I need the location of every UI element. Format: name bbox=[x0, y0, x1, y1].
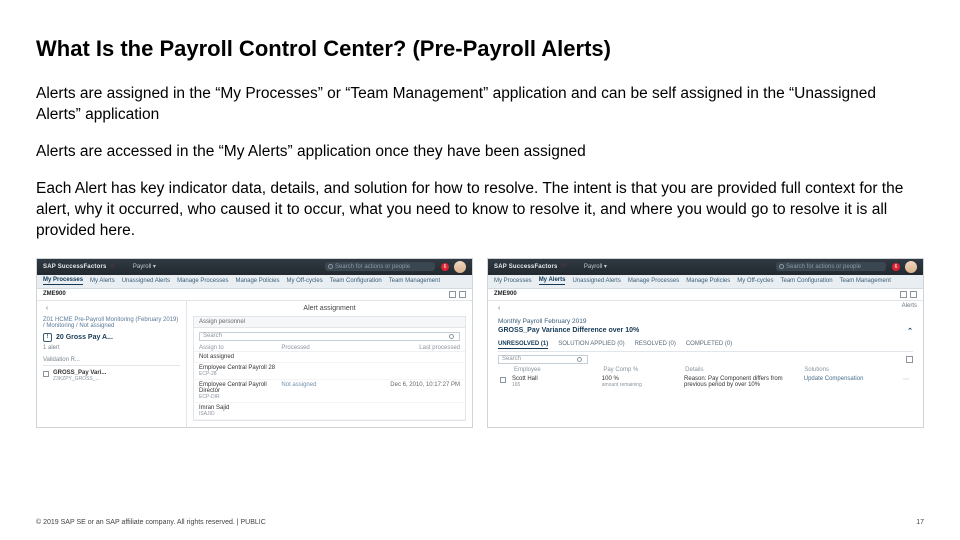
footer-copyright: © 2019 SAP SE or an SAP affiliate compan… bbox=[36, 519, 266, 526]
search-icon bbox=[577, 357, 582, 362]
notification-badge[interactable]: 6 bbox=[892, 263, 900, 271]
layout-toggle-1[interactable] bbox=[449, 291, 456, 298]
module-dropdown[interactable]: Payroll ▾ bbox=[133, 263, 156, 270]
nav-unassigned-alerts[interactable]: Unassigned Alerts bbox=[122, 278, 170, 284]
personnel-row[interactable]: Employee Central Payroll DirectorECP-DIR… bbox=[194, 380, 465, 403]
search-icon bbox=[779, 264, 784, 269]
app-nav: My Processes My Alerts Unassigned Alerts… bbox=[488, 275, 923, 289]
alert-row[interactable]: GROSS_Pay Vari... Z3KZPY_GROSS_... bbox=[43, 370, 180, 382]
settings-icon[interactable] bbox=[906, 356, 913, 363]
slide-title: What Is the Payroll Control Center? (Pre… bbox=[36, 36, 924, 62]
breadcrumb[interactable]: Z01 HCME Pre-Payroll Monitoring (Februar… bbox=[43, 317, 180, 329]
side-label-alerts: Alerts bbox=[902, 303, 917, 309]
nav-my-alerts[interactable]: My Alerts bbox=[90, 278, 115, 284]
nav-team-mgmt[interactable]: Team Management bbox=[840, 278, 891, 284]
heart-icon: ♡ bbox=[110, 263, 115, 270]
panel-header: Assign personnel bbox=[194, 317, 465, 328]
module-dropdown[interactable]: Payroll ▾ bbox=[584, 263, 607, 270]
col-validation: Validation R... bbox=[43, 357, 80, 363]
layout-toggle-1[interactable] bbox=[900, 291, 907, 298]
nav-team-mgmt[interactable]: Team Management bbox=[389, 278, 440, 284]
screenshot-my-alerts: SAP SuccessFactors ♡ Payroll ▾ Search fo… bbox=[487, 258, 924, 428]
personnel-row[interactable]: Employee Central Payroll 28ECP-28 bbox=[194, 363, 465, 380]
alert-icon bbox=[43, 333, 52, 342]
global-search-input[interactable]: Search for actions or people bbox=[776, 262, 886, 271]
nav-my-processes[interactable]: My Processes bbox=[494, 278, 532, 284]
nav-my-offcycles[interactable]: My Off-cycles bbox=[286, 278, 322, 284]
nav-unassigned-alerts[interactable]: Unassigned Alerts bbox=[572, 278, 620, 284]
search-icon bbox=[449, 334, 454, 339]
personnel-row[interactable]: Imran SajidISAJID bbox=[194, 403, 465, 420]
alert-count: 1 alert bbox=[43, 345, 180, 351]
nav-team-config[interactable]: Team Configuration bbox=[781, 278, 833, 284]
row-checkbox[interactable] bbox=[500, 377, 506, 383]
col-solutions: Solutions bbox=[804, 367, 901, 373]
col-assign-to: Assign to bbox=[199, 345, 281, 351]
nav-team-config[interactable]: Team Configuration bbox=[330, 278, 382, 284]
alert-search-input[interactable]: Search bbox=[498, 355, 588, 364]
col-last-processed: Last processed bbox=[364, 345, 460, 351]
screenshot-assign-alert: SAP SuccessFactors ♡ Payroll ▾ Search fo… bbox=[36, 258, 473, 428]
alert-title[interactable]: GROSS_Pay Variance Difference over 10% ⌃ bbox=[498, 327, 913, 335]
col-paycomp: Pay Comp % bbox=[603, 367, 685, 373]
nav-manage-processes[interactable]: Manage Processes bbox=[177, 278, 228, 284]
col-details: Details bbox=[685, 367, 804, 373]
search-icon bbox=[328, 264, 333, 269]
nav-manage-policies[interactable]: Manage Policies bbox=[235, 278, 279, 284]
col-processed: Processed bbox=[281, 345, 363, 351]
back-button[interactable]: ‹ bbox=[498, 305, 913, 312]
alert-grid-row[interactable]: Scott Hall165 100 %amount remaining Reas… bbox=[498, 376, 913, 388]
personnel-search-input[interactable]: Search bbox=[199, 332, 460, 341]
page-code: ZME900 bbox=[43, 291, 66, 297]
chevron-up-icon: ⌃ bbox=[907, 327, 913, 335]
solution-link[interactable]: Update Compensation bbox=[804, 376, 901, 382]
notification-badge[interactable]: 6 bbox=[441, 263, 449, 271]
nav-my-alerts[interactable]: My Alerts bbox=[539, 277, 566, 285]
col-select bbox=[500, 367, 514, 373]
nav-manage-processes[interactable]: Manage Processes bbox=[628, 278, 679, 284]
panel-caption: Alert assignment bbox=[193, 305, 466, 312]
paragraph-2: Alerts are accessed in the “My Alerts” a… bbox=[36, 142, 916, 163]
avatar[interactable] bbox=[454, 261, 466, 273]
row-more-icon[interactable]: ⋯ bbox=[901, 376, 911, 383]
avatar[interactable] bbox=[905, 261, 917, 273]
nav-my-processes[interactable]: My Processes bbox=[43, 277, 83, 285]
tab-solution-applied[interactable]: SOLUTION APPLIED (0) bbox=[558, 341, 624, 349]
checkbox[interactable] bbox=[43, 371, 49, 377]
nav-my-offcycles[interactable]: My Off-cycles bbox=[737, 278, 773, 284]
context-line: Monthly Payroll February 2019 bbox=[498, 318, 913, 325]
nav-manage-policies[interactable]: Manage Policies bbox=[686, 278, 730, 284]
paragraph-3: Each Alert has key indicator data, detai… bbox=[36, 179, 916, 242]
brand-logo: SAP SuccessFactors bbox=[43, 264, 107, 270]
tab-resolved[interactable]: RESOLVED (0) bbox=[635, 341, 676, 349]
back-button[interactable]: ‹ bbox=[43, 305, 51, 313]
tab-completed[interactable]: COMPLETED (0) bbox=[686, 341, 732, 349]
personnel-row[interactable]: Not assigned bbox=[194, 352, 465, 363]
page-number: 17 bbox=[916, 519, 924, 526]
app-nav: My Processes My Alerts Unassigned Alerts… bbox=[37, 275, 472, 289]
alert-category-title: 20 Gross Pay A... bbox=[43, 333, 180, 342]
layout-toggle-2[interactable] bbox=[910, 291, 917, 298]
global-search-input[interactable]: Search for actions or people bbox=[325, 262, 435, 271]
page-code: ZME900 bbox=[494, 291, 517, 297]
status-tabs: UNRESOLVED (1) SOLUTION APPLIED (0) RESO… bbox=[498, 341, 913, 352]
col-employee: Employee bbox=[514, 367, 603, 373]
brand-logo: SAP SuccessFactors bbox=[494, 264, 558, 270]
heart-icon: ♡ bbox=[561, 263, 566, 270]
layout-toggle-2[interactable] bbox=[459, 291, 466, 298]
paragraph-1: Alerts are assigned in the “My Processes… bbox=[36, 84, 916, 126]
tab-unresolved[interactable]: UNRESOLVED (1) bbox=[498, 341, 548, 349]
